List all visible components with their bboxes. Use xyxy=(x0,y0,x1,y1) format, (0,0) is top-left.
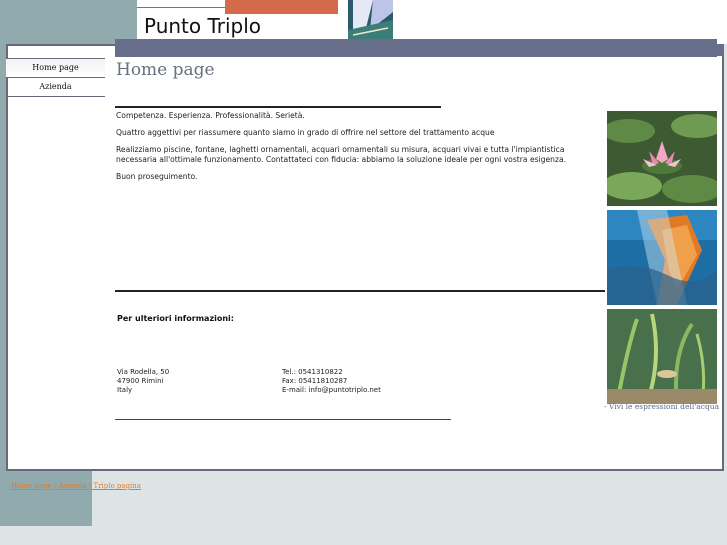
address-country: Italy xyxy=(117,386,133,394)
address-street: Via Rodella, 50 xyxy=(117,368,170,376)
brand-line xyxy=(137,7,225,8)
footer-nav-links[interactable]: Home page | Azienda | Triplo pagina xyxy=(11,482,141,490)
site-title: Punto Triplo xyxy=(144,14,262,38)
intro-paragraph-1: Competenza. Esperienza. Professionalità.… xyxy=(116,111,305,120)
footer-divider xyxy=(115,419,451,420)
address-city: 47900 Rimini xyxy=(117,377,164,385)
intro-paragraph-2: Quattro aggettivi per riassumere quanto … xyxy=(116,128,495,137)
brand-artwork-icon xyxy=(348,0,393,40)
sidebar-nav: Home page Azienda xyxy=(6,58,105,97)
aquarium-plants-photo xyxy=(607,309,717,405)
info-heading: Per ulteriori informazioni: xyxy=(117,314,234,323)
nav-home-page[interactable]: Home page xyxy=(6,58,105,78)
water-splash-photo xyxy=(607,210,717,305)
section-divider xyxy=(115,290,605,292)
intro-paragraph-3: Realizziamo piscine, fontane, laghetti o… xyxy=(116,145,567,164)
photo-caption: - Vivi le espressioni dell'acqua xyxy=(604,402,720,411)
brand-orange-block xyxy=(225,0,338,14)
photo-column xyxy=(602,111,723,405)
lotus-photo xyxy=(602,111,723,206)
title-underline xyxy=(115,106,441,108)
nav-azienda[interactable]: Azienda xyxy=(6,78,105,97)
intro-paragraph-4: Buon proseguimento. xyxy=(116,172,198,181)
intro-text: Competenza. Esperienza. Professionalità.… xyxy=(116,111,604,182)
accent-bar-tab xyxy=(717,44,724,56)
accent-bar xyxy=(115,39,717,57)
contact-fax: Fax: 05411810287 xyxy=(282,377,348,385)
contact-email[interactable]: E-mail: info@puntotriplo.net xyxy=(282,386,381,395)
header-left-band xyxy=(0,0,137,44)
page-title: Home page xyxy=(116,60,215,80)
address-block: Via Rodella, 50 47900 Rimini Italy xyxy=(117,368,169,395)
contact-tel: Tel.: 0541310822 xyxy=(282,368,343,376)
contact-block: Tel.: 0541310822 Fax: 05411810287 E-mail… xyxy=(282,368,381,395)
